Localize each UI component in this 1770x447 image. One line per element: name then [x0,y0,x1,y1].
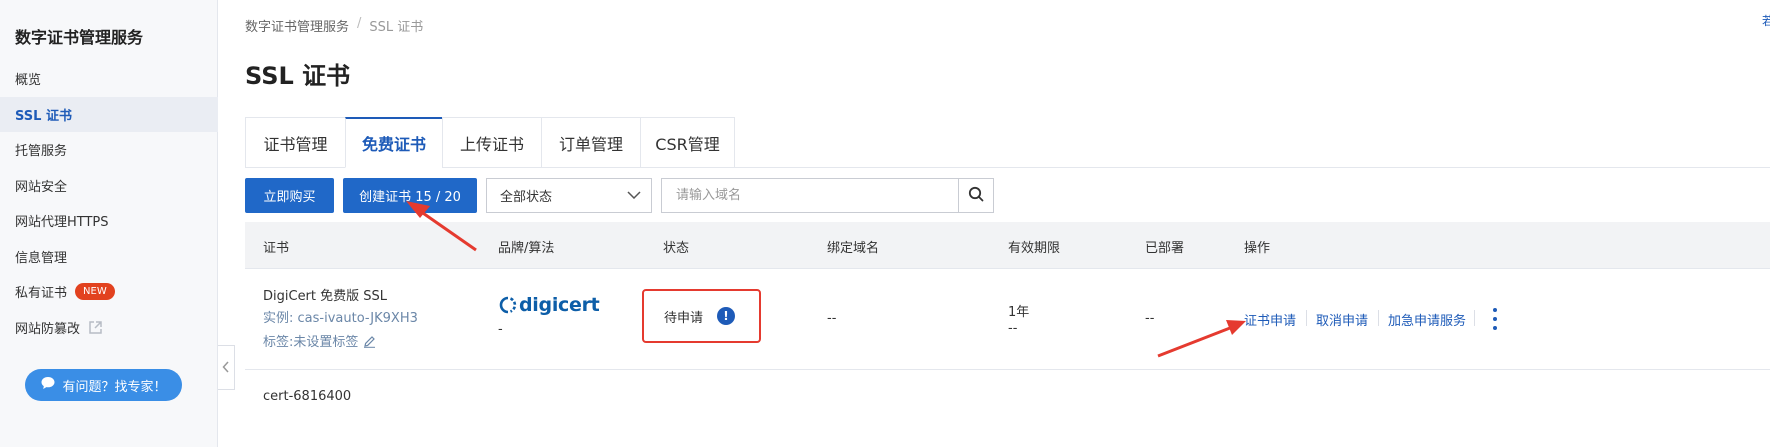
search-icon [968,186,984,206]
cert-name: DigiCert 免费版 SSL [263,289,388,304]
deployed-status: -- [1145,311,1155,326]
chevron-down-icon [627,188,641,203]
status-select[interactable]: 全部状态 [486,178,652,213]
action-separator [1474,310,1475,326]
tab-label: 订单管理 [558,134,623,154]
tab-cert-management[interactable]: 证书管理 [245,117,346,168]
column-header-deployed: 已部署 [1145,241,1185,256]
tab-label: CSR管理 [655,134,720,154]
column-header-status: 状态 [663,241,690,256]
chat-bubble-icon [40,375,56,395]
action-separator [1306,310,1307,326]
validity-period: 1年 [1008,305,1030,320]
sidebar-item-label: SSL 证书 [15,109,72,124]
bound-domains: -- [827,311,837,326]
row-divider [245,369,1770,370]
breadcrumb-separator: / [357,16,362,31]
sidebar-item-label: 托管服务 [15,144,68,159]
tab-order-management[interactable]: 订单管理 [541,117,641,168]
info-icon[interactable]: ! [717,307,736,325]
tab-label: 免费证书 [361,135,426,154]
brand-logo-text: digicert [519,294,600,316]
sidebar-item-label: 网站安全 [15,180,68,195]
cancel-apply-link[interactable]: 取消申请 [1316,310,1368,329]
urgent-apply-link[interactable]: 加急申请服务 [1388,310,1466,329]
status-text: 待申请 [664,310,704,326]
status-select-value: 全部状态 [500,190,553,205]
table-header: 证书 品牌/算法 状态 绑定域名 有效期限 已部署 操作 [245,222,1770,269]
search-button[interactable] [958,178,994,213]
new-badge: NEW [75,283,115,300]
ask-expert-label: 有问题？找专家！ [62,379,167,395]
digicert-logo: digicert [498,294,600,316]
top-right-link[interactable]: 若 [1762,12,1770,29]
more-actions-icon[interactable] [1489,308,1501,330]
column-header-brand: 品牌/算法 [498,241,555,256]
edit-pencil-icon[interactable] [363,335,376,350]
sidebar-item-hosting[interactable]: 托管服务 [0,132,218,167]
column-header-domains: 绑定域名 [827,241,880,256]
tab-free-cert[interactable]: 免费证书 [345,117,443,168]
apply-cert-link[interactable]: 证书申请 [1244,310,1296,329]
status-cell-highlight: 待申请 ! [642,289,761,343]
sidebar-item-info-management[interactable]: 信息管理 [0,239,218,274]
column-header-cert: 证书 [263,241,290,256]
page-title: SSL 证书 [245,62,351,90]
sidebar-item-site-security[interactable]: 网站安全 [0,168,218,203]
cert-tag-label: 标签:未设置标签 [263,335,359,350]
column-header-actions: 操作 [1244,241,1271,256]
breadcrumb-root-link[interactable]: 数字证书管理服务 [245,16,349,35]
sidebar-item-tamper-protection[interactable]: 网站防篡改 [0,310,218,345]
cert-name: cert-6816400 [263,389,352,404]
chevron-left-icon [222,358,230,377]
red-arrow-apply-cert [1157,320,1246,358]
sidebar-item-label: 概览 [15,73,42,88]
sidebar-item-overview[interactable]: 概览 [0,61,218,96]
create-cert-button[interactable]: 创建证书 15 / 20 [343,178,477,213]
breadcrumb: 数字证书管理服务 / SSL 证书 [245,16,423,35]
sidebar-collapse-toggle[interactable] [218,345,235,390]
sidebar-item-label: 私有证书 [15,286,68,301]
cert-tag[interactable]: 标签:未设置标签 [263,331,376,350]
tab-label: 上传证书 [459,134,524,154]
validity-sub: -- [1008,321,1018,336]
tab-label: 证书管理 [263,134,328,154]
sidebar-item-label: 网站防篡改 [15,322,81,337]
external-link-icon [88,320,103,335]
sidebar-item-label: 网站代理HTTPS [15,215,109,230]
column-header-validity: 有效期限 [1008,241,1061,256]
breadcrumb-current: SSL 证书 [369,20,424,35]
sidebar-item-ssl-cert[interactable]: SSL 证书 [0,97,218,132]
tab-upload-cert[interactable]: 上传证书 [442,117,542,168]
sidebar-item-label: 信息管理 [15,251,68,266]
ask-expert-button[interactable]: 有问题？找专家！ [25,369,182,401]
buy-now-button[interactable]: 立即购买 [245,178,334,213]
sidebar-title: 数字证书管理服务 [15,28,144,47]
cert-algorithm: - [498,322,503,337]
sidebar-item-private-cert[interactable]: 私有证书 NEW [0,274,218,309]
tab-csr-management[interactable]: CSR管理 [640,117,735,168]
domain-search-input[interactable] [661,178,959,213]
sidebar-item-proxy-https[interactable]: 网站代理HTTPS [0,203,218,238]
sidebar: 数字证书管理服务 概览 SSL 证书 托管服务 网站安全 网站代理HTTPS 信… [0,0,218,447]
cert-instance-link[interactable]: 实例: cas-ivauto-JK9XH3 [263,307,418,326]
action-separator [1378,310,1379,326]
